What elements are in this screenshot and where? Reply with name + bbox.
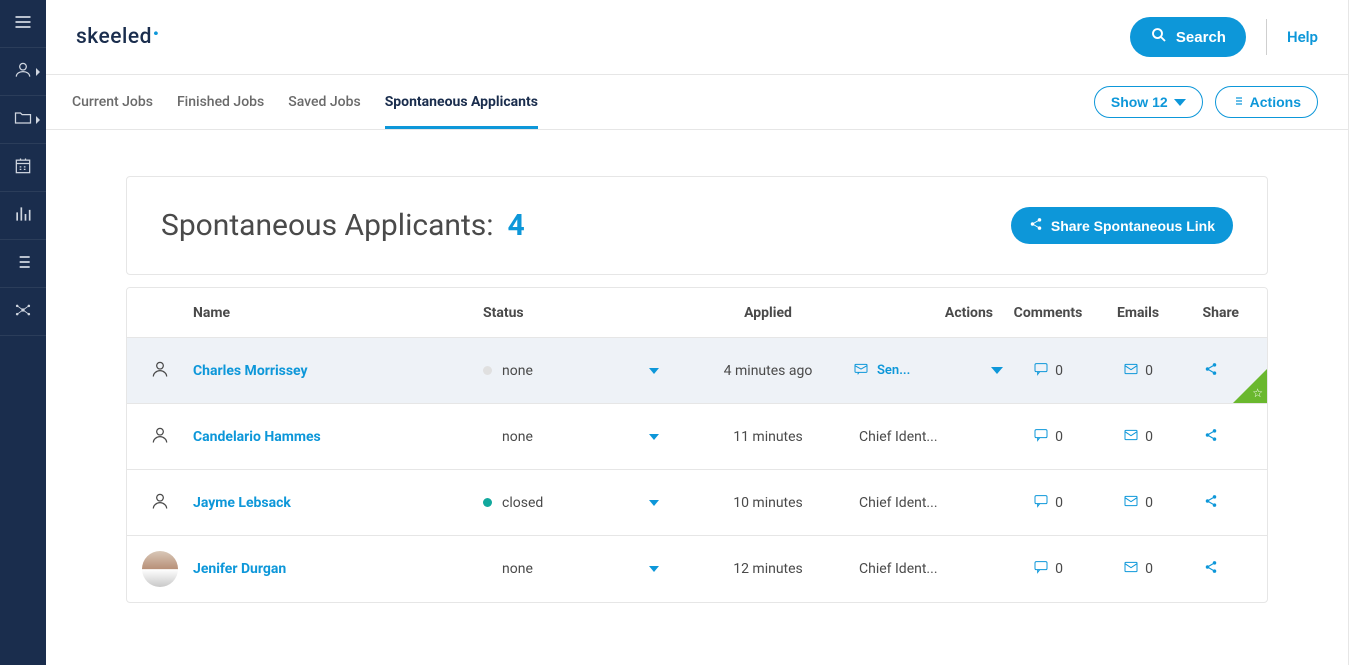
share-spontaneous-link-button[interactable]: Share Spontaneous Link	[1011, 207, 1233, 244]
user-icon	[150, 425, 170, 449]
share-icon[interactable]	[1204, 428, 1218, 446]
chevron-down-icon	[991, 367, 1003, 374]
email-icon	[1123, 559, 1139, 579]
chevron-right-icon	[36, 68, 40, 76]
sidebar-candidates[interactable]	[0, 48, 46, 96]
th-name: Name	[193, 305, 483, 321]
action-text: Chief Ident...	[853, 429, 1003, 445]
comments-count[interactable]: 0	[1003, 493, 1093, 513]
applicant-name-link[interactable]: Jenifer Durgan	[193, 561, 286, 577]
applied-time: 12 minutes	[683, 561, 853, 577]
sidebar-menu[interactable]	[0, 0, 46, 48]
logo: skeeled·	[76, 21, 160, 54]
action-send[interactable]: Sen...	[853, 361, 1003, 381]
folder-icon	[13, 108, 33, 132]
email-icon	[1123, 493, 1139, 513]
tab-current-jobs[interactable]: Current Jobs	[72, 76, 153, 128]
th-comments: Comments	[1003, 305, 1093, 321]
search-icon	[1150, 26, 1168, 48]
action-text: Chief Ident...	[853, 495, 1003, 511]
calendar-icon	[13, 156, 33, 180]
th-actions: Actions	[853, 305, 1003, 321]
comment-icon	[1033, 361, 1049, 381]
email-icon	[1123, 427, 1139, 447]
emails-count[interactable]: 0	[1093, 361, 1183, 381]
comments-count[interactable]: 0	[1003, 361, 1093, 381]
sidebar-stats[interactable]	[0, 192, 46, 240]
email-icon	[1123, 361, 1139, 381]
show-count-label: Show 12	[1111, 94, 1168, 110]
status-dot	[483, 366, 492, 375]
share-icon[interactable]	[1204, 494, 1218, 512]
applicant-name-link[interactable]: Candelario Hammes	[193, 429, 321, 445]
applicant-name-link[interactable]: Charles Morrissey	[193, 363, 308, 379]
page-title: Spontaneous Applicants:	[161, 208, 494, 243]
user-icon	[150, 491, 170, 515]
status-text: none	[502, 561, 639, 577]
status-text: none	[502, 429, 639, 445]
list-icon	[13, 252, 33, 276]
emails-count[interactable]: 0	[1093, 427, 1183, 447]
search-button[interactable]: Search	[1130, 17, 1246, 57]
comments-count[interactable]: 0	[1003, 427, 1093, 447]
th-share: Share	[1183, 305, 1267, 321]
sidebar-list[interactable]	[0, 240, 46, 288]
network-icon	[13, 300, 33, 324]
tab-finished-jobs[interactable]: Finished Jobs	[177, 76, 264, 128]
divider	[1266, 19, 1267, 55]
status-dot	[483, 498, 492, 507]
th-emails: Emails	[1093, 305, 1183, 321]
help-link[interactable]: Help	[1287, 28, 1318, 46]
sidebar-network[interactable]	[0, 288, 46, 336]
actions-label: Actions	[1250, 94, 1301, 110]
status-dropdown[interactable]	[649, 434, 659, 440]
send-icon	[853, 361, 869, 381]
stats-icon	[13, 204, 33, 228]
comments-count[interactable]: 0	[1003, 559, 1093, 579]
tab-spontaneous-applicants[interactable]: Spontaneous Applicants	[385, 76, 538, 128]
tab-saved-jobs[interactable]: Saved Jobs	[288, 76, 360, 128]
chevron-down-icon	[1174, 99, 1186, 106]
sidebar-calendar[interactable]	[0, 144, 46, 192]
comment-icon	[1033, 493, 1049, 513]
table-row: Jayme Lebsack closed 10 minutesChief Ident…	[127, 470, 1267, 536]
share-link-label: Share Spontaneous Link	[1051, 218, 1215, 234]
status-text: none	[502, 363, 639, 379]
applied-time: 4 minutes ago	[683, 363, 853, 379]
table-row: Jenifer Durgan none 12 minutesChief Ident.…	[127, 536, 1267, 602]
star-icon: ☆	[1252, 386, 1263, 400]
action-text: Chief Ident...	[853, 561, 1003, 577]
status-text: closed	[502, 495, 639, 511]
applicant-count: 4	[508, 208, 525, 243]
user-icon	[150, 359, 170, 383]
status-dropdown[interactable]	[649, 368, 659, 374]
search-label: Search	[1176, 29, 1226, 46]
status-dropdown[interactable]	[649, 566, 659, 572]
user-icon	[13, 60, 33, 84]
show-count-button[interactable]: Show 12	[1094, 86, 1203, 118]
table-row: Candelario Hammes none 11 minutesChief Ide…	[127, 404, 1267, 470]
sidebar-jobs[interactable]	[0, 96, 46, 144]
emails-count[interactable]: 0	[1093, 559, 1183, 579]
table-row: Charles Morrissey none 4 minutes agoSen...…	[127, 338, 1267, 404]
emails-count[interactable]: 0	[1093, 493, 1183, 513]
menu-icon	[13, 12, 33, 36]
applicant-name-link[interactable]: Jayme Lebsack	[193, 495, 291, 511]
th-applied: Applied	[683, 305, 853, 321]
applied-time: 11 minutes	[683, 429, 853, 445]
list-icon	[1232, 94, 1244, 110]
comment-icon	[1033, 427, 1049, 447]
comment-icon	[1033, 559, 1049, 579]
applied-time: 10 minutes	[683, 495, 853, 511]
share-icon	[1029, 217, 1043, 234]
actions-button[interactable]: Actions	[1215, 86, 1318, 118]
th-status: Status	[483, 305, 683, 321]
chevron-right-icon	[36, 116, 40, 124]
share-icon[interactable]	[1204, 560, 1218, 578]
status-dropdown[interactable]	[649, 500, 659, 506]
avatar	[142, 551, 178, 587]
share-icon[interactable]	[1204, 362, 1218, 380]
